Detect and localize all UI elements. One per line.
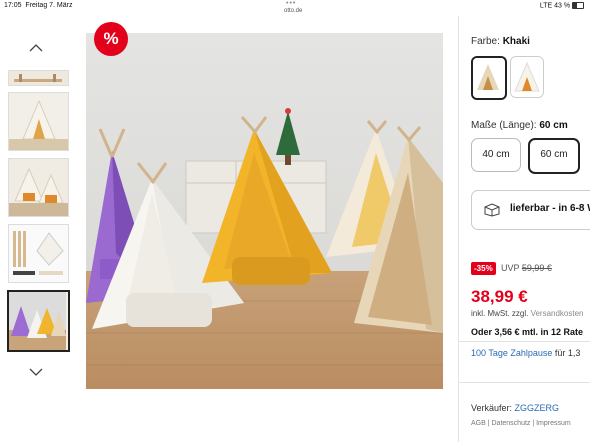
shipping-costs-link[interactable]: Versandkosten bbox=[531, 309, 584, 318]
tab-dots-icon: ••• bbox=[286, 0, 297, 7]
battery-icon bbox=[572, 2, 584, 9]
payment-pause: 100 Tage Zahlpause für 1,3 bbox=[471, 348, 581, 358]
size-option-60cm[interactable]: 60 cm bbox=[528, 138, 580, 174]
divider-line bbox=[459, 382, 590, 383]
status-time: 17:05 Freitag 7. März bbox=[4, 2, 73, 9]
seller-info: Verkäufer: ZGGZERG bbox=[471, 403, 560, 413]
thumbnail-2[interactable] bbox=[8, 92, 69, 151]
chevron-up-icon[interactable] bbox=[28, 42, 44, 54]
size-option-40cm[interactable]: 40 cm bbox=[471, 138, 521, 172]
thumbnail-1[interactable] bbox=[8, 70, 69, 86]
color-swatch-khaki[interactable] bbox=[471, 56, 507, 100]
color-label: Farbe: Khaki bbox=[471, 36, 530, 47]
thumbnail-5-selected[interactable] bbox=[7, 290, 70, 352]
seller-legal-links[interactable]: AGB | Datenschutz | Impressum bbox=[471, 420, 571, 427]
product-main-image[interactable] bbox=[86, 33, 443, 389]
delivery-text: lieferbar - in 6-8 W bbox=[510, 203, 590, 214]
financing-info[interactable]: Oder 3,56 € mtl. in 12 Rate bbox=[471, 327, 583, 337]
status-indicators: LTE 43 % bbox=[540, 2, 584, 9]
seller-link[interactable]: ZGGZERG bbox=[515, 403, 560, 413]
thumbnail-4[interactable] bbox=[8, 224, 69, 283]
tax-info: inkl. MwSt. zzgl. Versandkosten bbox=[471, 309, 584, 318]
url-label[interactable]: otto.de bbox=[284, 8, 302, 14]
package-box-icon bbox=[484, 203, 500, 217]
panel-divider bbox=[458, 16, 459, 442]
status-bar: 17:05 Freitag 7. März ••• otto.de LTE 43… bbox=[0, 0, 590, 16]
thumbnail-3[interactable] bbox=[8, 158, 69, 217]
chevron-down-icon[interactable] bbox=[28, 366, 44, 378]
size-label: Maße (Länge): 60 cm bbox=[471, 120, 568, 131]
discount-badge: -35% bbox=[471, 262, 496, 275]
payment-pause-link[interactable]: 100 Tage Zahlpause bbox=[471, 348, 552, 358]
color-swatch-white[interactable] bbox=[510, 56, 544, 98]
sale-badge: % bbox=[94, 22, 128, 56]
delivery-info: lieferbar - in 6-8 W bbox=[471, 190, 590, 230]
divider-line bbox=[459, 341, 590, 342]
current-price: 38,99 € bbox=[471, 287, 528, 306]
uvp-price: UVP 59,99 € bbox=[501, 263, 552, 273]
